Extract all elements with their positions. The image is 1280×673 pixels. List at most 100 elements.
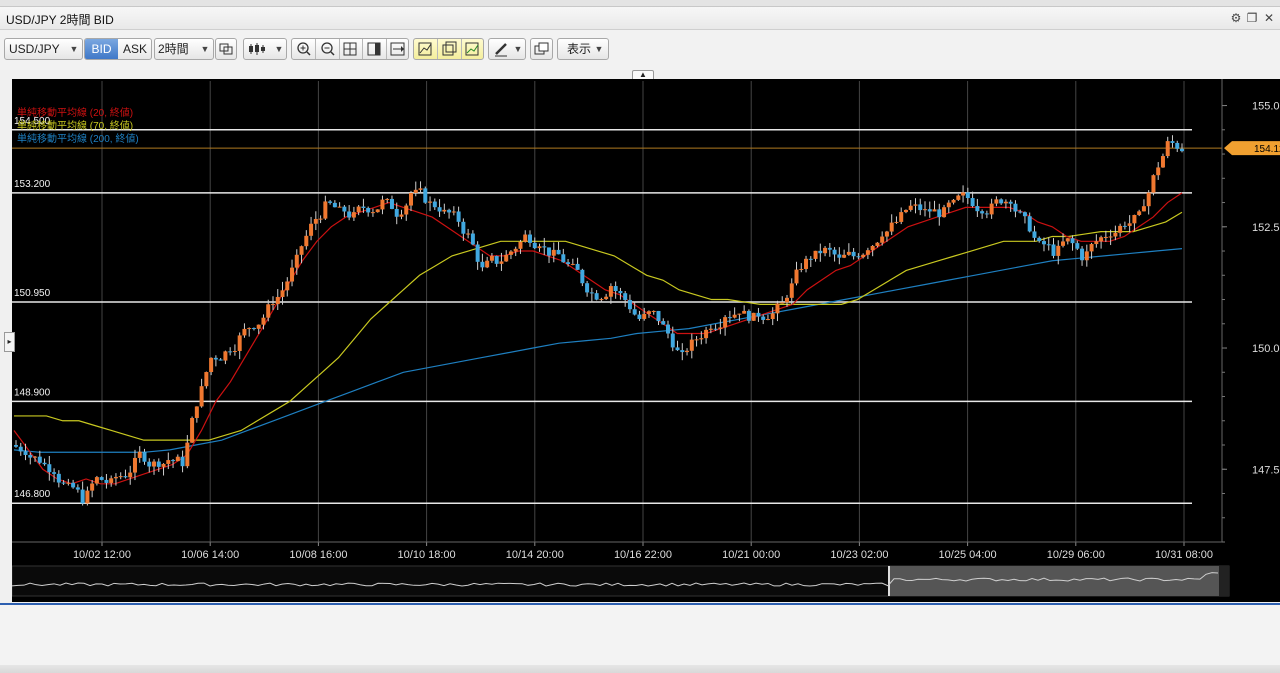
- candle-body: [1160, 156, 1165, 168]
- candle-body: [1156, 167, 1161, 176]
- level-label: 150.950: [14, 288, 51, 299]
- window-layout-button[interactable]: [530, 38, 553, 60]
- candle-body: [842, 254, 847, 258]
- candle-body: [547, 247, 552, 256]
- candle-body: [894, 221, 899, 223]
- candle-body: [961, 192, 966, 196]
- candle-body: [356, 206, 361, 213]
- candle-body: [937, 209, 942, 218]
- price-chart[interactable]: 154.500 153.200 150.950 148.900 146.800 155.…: [11, 79, 1280, 602]
- restore-window-icon[interactable]: ❐: [1245, 11, 1259, 25]
- candle-body: [789, 283, 794, 298]
- candle-body: [232, 351, 237, 353]
- ask-button[interactable]: ASK: [118, 39, 152, 59]
- timeframe-value: 2時間: [158, 42, 189, 56]
- compare-button[interactable]: [215, 38, 237, 60]
- candle-body: [818, 250, 823, 254]
- x-tick-label: 10/10 18:00: [398, 549, 456, 561]
- candle-body: [994, 199, 999, 204]
- candle-body: [575, 263, 580, 270]
- candle-body: [689, 339, 694, 351]
- candle-body: [94, 477, 99, 484]
- candle-body: [666, 324, 671, 334]
- candle-body: [75, 487, 80, 490]
- candle-body: [447, 209, 452, 213]
- candle-body: [209, 357, 214, 373]
- fit-all-icon: [343, 42, 357, 56]
- candle-body: [889, 222, 894, 232]
- candle-body: [637, 314, 642, 319]
- candle-body: [456, 211, 461, 222]
- level-label: 146.800: [14, 489, 51, 500]
- candle-body: [775, 303, 780, 314]
- legend-ma20: 単純移動平均線 (20, 終値): [17, 106, 133, 119]
- candle-body: [366, 207, 371, 213]
- candle-body: [699, 338, 704, 340]
- bid-button[interactable]: BID: [85, 39, 118, 59]
- candle-body: [984, 213, 989, 215]
- candle-body: [951, 199, 956, 203]
- navigator-selection[interactable]: [889, 566, 1219, 596]
- gear-icon[interactable]: ⚙: [1229, 11, 1243, 25]
- candle-body: [1027, 216, 1032, 232]
- candle-body: [561, 254, 566, 263]
- chevron-down-icon: ▼: [69, 44, 79, 54]
- candle-body: [1108, 236, 1113, 238]
- candle-body: [1132, 214, 1137, 224]
- candle-body: [242, 328, 247, 336]
- pen-tool-select[interactable]: ▼: [488, 38, 526, 60]
- candle-body: [823, 247, 828, 254]
- candle-body: [42, 462, 47, 465]
- candle-body: [723, 317, 728, 328]
- candle-body: [570, 263, 575, 265]
- x-tick-label: 10/29 06:00: [1047, 549, 1105, 561]
- candle-body: [623, 293, 628, 300]
- candle-body: [1137, 211, 1142, 215]
- candle-body: [1051, 244, 1056, 256]
- candle-body: [432, 201, 437, 208]
- candle-body: [1084, 251, 1089, 261]
- timeframe-select[interactable]: 2時間 ▼: [154, 38, 214, 60]
- candle-body: [685, 350, 690, 353]
- drawing-tools: [418, 39, 479, 59]
- candle-body: [109, 478, 114, 483]
- candle-body: [161, 463, 166, 467]
- candle-body: [670, 333, 675, 348]
- candle-body: [1070, 238, 1075, 244]
- candle-body: [499, 261, 504, 264]
- candle-body: [1003, 201, 1008, 204]
- candle-body: [1122, 225, 1127, 227]
- candle-body: [1151, 175, 1156, 193]
- candle-body: [708, 328, 713, 330]
- navigator-scroll-end: [1219, 566, 1229, 596]
- close-icon[interactable]: ✕: [1262, 11, 1276, 25]
- chart-type-select[interactable]: ▼: [243, 38, 287, 60]
- candle-body: [589, 292, 594, 294]
- candle-body: [1180, 148, 1184, 152]
- candle-body: [965, 192, 970, 199]
- candle-body: [765, 319, 770, 321]
- display-menu-button[interactable]: 表示 ▼: [557, 38, 609, 60]
- candle-body: [1094, 241, 1099, 245]
- candle-body: [613, 286, 618, 292]
- current-price-label: 154.121: [1254, 144, 1280, 155]
- candle-body: [932, 209, 937, 212]
- candle-body: [518, 241, 523, 249]
- candle-body: [737, 313, 742, 315]
- candle-body: [423, 188, 428, 203]
- candle-body: [237, 335, 242, 352]
- y-tick-label: 152.500: [1252, 222, 1280, 234]
- candle-body: [266, 304, 271, 318]
- candle-body: [513, 248, 518, 252]
- symbol-select[interactable]: USD/JPY ▼: [4, 38, 83, 60]
- chevron-down-icon: ▼: [513, 44, 523, 54]
- candle-body: [113, 476, 118, 479]
- drawing-tool-group: [413, 38, 484, 60]
- candle-body: [580, 269, 585, 284]
- candle-body: [632, 309, 637, 315]
- candle-body: [813, 250, 818, 259]
- candle-body: [903, 209, 908, 213]
- side-panel-toggle[interactable]: ▸: [4, 332, 15, 352]
- candle-body: [599, 299, 604, 301]
- candle-body: [223, 351, 228, 361]
